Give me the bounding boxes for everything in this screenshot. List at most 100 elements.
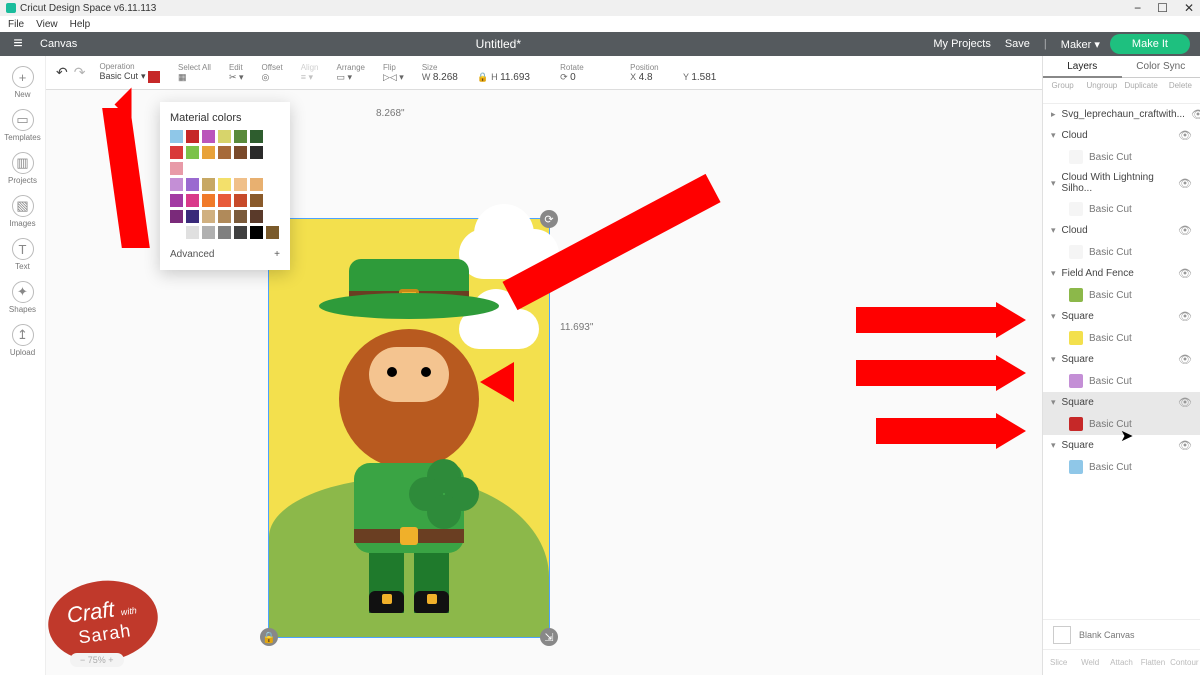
color-swatch[interactable] <box>234 226 247 239</box>
layer-item[interactable]: ▾Cloud👁 <box>1043 125 1200 146</box>
layer-item[interactable]: ▾Square👁 <box>1043 435 1200 456</box>
advanced-toggle[interactable]: Advanced <box>170 249 214 260</box>
layer-tool-delete[interactable]: Delete <box>1161 78 1200 103</box>
edit-dropdown[interactable]: ✂ ▾ <box>229 72 244 82</box>
color-swatch[interactable] <box>202 130 215 143</box>
material-colors-popover[interactable]: Material colors Advanced+ <box>160 102 290 270</box>
action-attach[interactable]: Attach <box>1106 650 1137 675</box>
tool-new[interactable]: +New <box>0 66 45 99</box>
color-swatch[interactable] <box>218 194 231 207</box>
color-swatch[interactable] <box>218 146 231 159</box>
flip-dropdown[interactable]: ▷◁ ▾ <box>383 72 404 82</box>
color-swatch[interactable] <box>250 178 263 191</box>
layer-sublabel[interactable]: Basic Cut <box>1043 327 1200 349</box>
color-swatch[interactable] <box>250 146 263 159</box>
hamburger-icon[interactable]: ≡ <box>0 35 36 53</box>
layer-item[interactable]: ▾Square👁 <box>1043 349 1200 370</box>
layer-tool-duplicate[interactable]: Duplicate <box>1122 78 1161 103</box>
layer-sublabel[interactable]: Basic Cut <box>1043 284 1200 306</box>
make-it-button[interactable]: Make It <box>1110 34 1190 54</box>
tool-projects[interactable]: ▥Projects <box>0 152 45 185</box>
rotate-handle-icon[interactable]: ⟳ <box>540 210 558 228</box>
layer-group[interactable]: ▸Svg_leprechaun_craftwith...👁 <box>1043 104 1200 125</box>
document-title[interactable]: Untitled* <box>77 37 919 51</box>
maximize-button[interactable]: ☐ <box>1157 1 1168 15</box>
color-swatch[interactable] <box>186 226 199 239</box>
minimize-button[interactable]: − <box>1134 1 1141 15</box>
layer-list[interactable]: ▸Svg_leprechaun_craftwith...👁▾Cloud👁 Bas… <box>1043 104 1200 619</box>
color-swatch[interactable] <box>234 194 247 207</box>
save-link[interactable]: Save <box>1005 38 1030 50</box>
color-swatch[interactable] <box>170 178 183 191</box>
color-swatch[interactable] <box>250 226 263 239</box>
color-swatch[interactable] <box>186 146 199 159</box>
color-swatch[interactable] <box>202 194 215 207</box>
color-swatch[interactable] <box>170 130 183 143</box>
menu-file[interactable]: File <box>8 19 24 30</box>
tool-templates[interactable]: ▭Templates <box>0 109 45 142</box>
arrange-dropdown[interactable]: ▭ ▾ <box>337 72 353 82</box>
rotate-input[interactable] <box>570 72 612 83</box>
blank-canvas-row[interactable]: Blank Canvas <box>1043 619 1200 649</box>
color-swatch[interactable] <box>234 210 247 223</box>
layer-tool-ungroup[interactable]: Ungroup <box>1082 78 1121 103</box>
layer-tool-group[interactable]: Group <box>1043 78 1082 103</box>
layer-item[interactable]: ▾Cloud With Lightning Silho...👁 <box>1043 168 1200 198</box>
color-swatch[interactable] <box>250 130 263 143</box>
width-input[interactable] <box>433 72 475 83</box>
height-input[interactable] <box>500 72 542 83</box>
layer-sublabel[interactable]: Basic Cut <box>1043 370 1200 392</box>
color-swatch[interactable] <box>170 210 183 223</box>
menu-view[interactable]: View <box>36 19 58 30</box>
action-contour[interactable]: Contour <box>1169 650 1200 675</box>
zoom-control[interactable]: − 75% + <box>70 653 124 667</box>
redo-button[interactable]: ↷ <box>74 64 86 81</box>
undo-button[interactable]: ↶ <box>56 64 68 81</box>
color-swatch[interactable] <box>234 130 247 143</box>
color-swatch[interactable] <box>170 146 183 159</box>
offset-button[interactable]: ◎ <box>262 72 270 82</box>
layer-item[interactable]: ▾Square👁 <box>1043 306 1200 327</box>
machine-selector[interactable]: Maker ▾ <box>1061 38 1100 51</box>
layer-item[interactable]: ▾Cloud👁 <box>1043 220 1200 241</box>
layer-sublabel[interactable]: Basic Cut <box>1043 413 1200 435</box>
tab-color-sync[interactable]: Color Sync <box>1122 56 1200 78</box>
tool-text[interactable]: TText <box>0 238 45 271</box>
color-swatch[interactable] <box>250 194 263 207</box>
color-swatch[interactable] <box>186 130 199 143</box>
layer-item[interactable]: ▾Square👁 <box>1043 392 1200 413</box>
lock-handle-icon[interactable]: 🔒 <box>260 628 278 646</box>
color-swatch[interactable] <box>218 210 231 223</box>
action-weld[interactable]: Weld <box>1074 650 1105 675</box>
color-swatch[interactable] <box>186 178 199 191</box>
tool-upload[interactable]: ↥Upload <box>0 324 45 357</box>
color-swatch[interactable] <box>202 210 215 223</box>
scale-handle-icon[interactable]: ⇲ <box>540 628 558 646</box>
tab-layers[interactable]: Layers <box>1043 56 1122 78</box>
layer-sublabel[interactable]: Basic Cut <box>1043 241 1200 263</box>
color-swatch[interactable] <box>234 178 247 191</box>
color-swatch[interactable] <box>186 194 199 207</box>
my-projects-link[interactable]: My Projects <box>933 38 990 50</box>
menu-help[interactable]: Help <box>70 19 91 30</box>
pos-y-input[interactable] <box>691 72 733 83</box>
color-swatch[interactable] <box>250 210 263 223</box>
color-swatch[interactable] <box>202 146 215 159</box>
layer-sublabel[interactable]: Basic Cut <box>1043 146 1200 168</box>
pos-x-input[interactable] <box>639 72 681 83</box>
layer-sublabel[interactable]: Basic Cut <box>1043 198 1200 220</box>
color-swatch[interactable] <box>218 178 231 191</box>
layer-item[interactable]: ▾Field And Fence👁 <box>1043 263 1200 284</box>
color-swatch[interactable] <box>170 226 183 239</box>
lock-aspect-icon[interactable]: 🔒 <box>477 72 488 82</box>
color-swatch[interactable] <box>218 226 231 239</box>
tool-images[interactable]: ▧Images <box>0 195 45 228</box>
close-button[interactable]: ✕ <box>1184 1 1194 15</box>
color-swatch[interactable] <box>202 226 215 239</box>
color-swatch[interactable] <box>266 226 279 239</box>
color-swatch[interactable] <box>186 210 199 223</box>
tool-shapes[interactable]: ✦Shapes <box>0 281 45 314</box>
action-flatten[interactable]: Flatten <box>1137 650 1168 675</box>
layer-sublabel[interactable]: Basic Cut <box>1043 456 1200 478</box>
color-swatch[interactable] <box>218 130 231 143</box>
